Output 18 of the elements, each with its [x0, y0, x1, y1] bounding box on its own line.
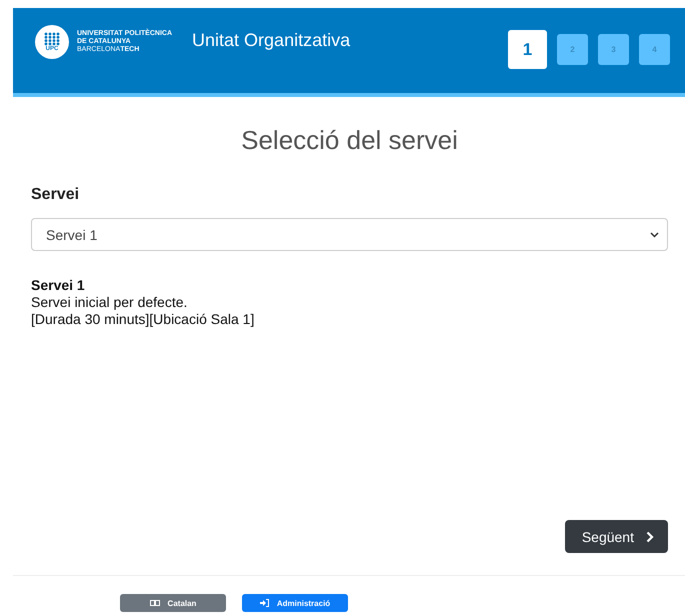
flag-icon — [150, 600, 160, 606]
chevron-down-icon — [650, 232, 659, 238]
service-name: Servei 1 — [31, 277, 86, 294]
step-indicator: 3 — [598, 34, 629, 65]
step-indicator: 4 — [639, 34, 670, 65]
page-heading: Selecció del servei — [240, 125, 459, 156]
sign-in-icon — [260, 599, 269, 607]
chevron-right-icon — [646, 530, 654, 542]
next-button[interactable]: Següent — [564, 520, 668, 553]
field-label: Servei — [31, 186, 80, 204]
step-indicator: 2 — [557, 34, 588, 65]
header-title: Unitat Organitzativa — [192, 30, 352, 51]
language-button[interactable]: Catalan — [120, 594, 226, 612]
service-details: [Durada 30 minuts][Ubicació Sala 1] — [31, 311, 256, 328]
service-description: Servei inicial per defecte. — [31, 294, 188, 311]
step-indicator: 1 — [508, 30, 547, 69]
admin-button[interactable]: Administració — [242, 594, 348, 612]
service-select[interactable]: Servei 1 — [31, 218, 668, 251]
